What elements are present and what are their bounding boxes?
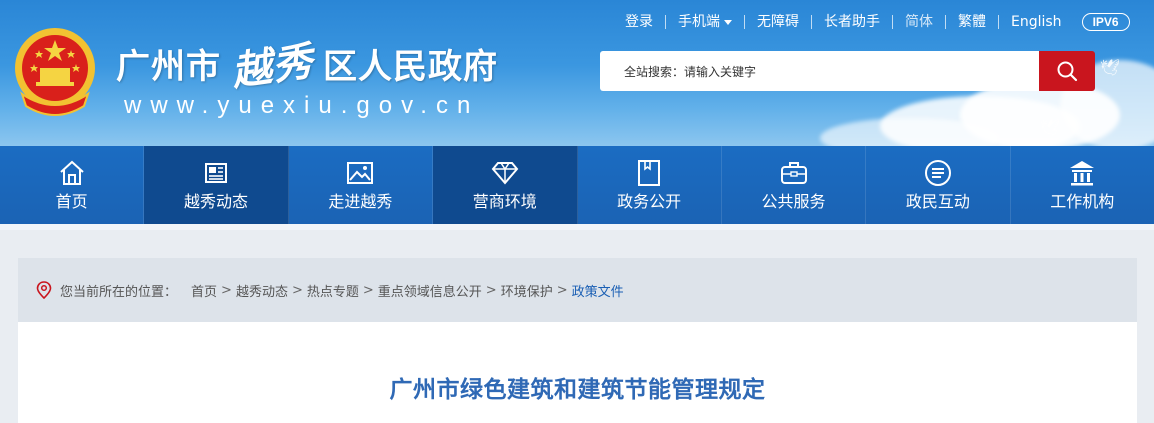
search-input[interactable]: 全站搜索：请输入关键字 <box>600 51 1039 91</box>
nav-item-label: 走进越秀 <box>328 192 393 211</box>
elderly-assistant-link[interactable]: 长者助手 <box>812 14 892 30</box>
mobile-link-label: 手机端 <box>678 14 720 30</box>
national-emblem-icon[interactable] <box>12 24 98 122</box>
breadcrumb-separator: > <box>362 282 374 298</box>
dove-icon: 🕊 <box>1100 58 1121 77</box>
simplified-chinese-link[interactable]: 简体 <box>893 14 945 30</box>
institution-icon <box>1070 161 1095 186</box>
article-panel: 广州市绿色建筑和建筑节能管理规定 <box>18 322 1137 423</box>
newspaper-icon <box>205 163 228 183</box>
nav-underline-strip <box>0 224 1154 230</box>
breadcrumb-separator: > <box>291 282 303 298</box>
nav-item-interaction[interactable]: 政民互动 <box>866 146 1011 224</box>
nav-item-label: 政务公开 <box>617 192 682 211</box>
breadcrumb-separator: > <box>221 282 232 298</box>
site-title-calligraphy: 越秀 <box>228 37 317 96</box>
nav-item-label: 公共服务 <box>761 192 826 211</box>
ipv6-badge: IPV6 <box>1081 13 1130 31</box>
nav-item-label: 工作机构 <box>1050 192 1115 211</box>
utility-nav: 登录 手机端 无障碍 长者助手 简体 繁體 English IPV6 <box>613 10 1130 34</box>
dove-icon: 🕊 <box>1040 118 1061 137</box>
search-icon <box>1057 61 1078 82</box>
nav-item-label: 营商环境 <box>472 192 537 211</box>
breadcrumb-environment[interactable]: 环境保护 <box>501 281 553 300</box>
site-title[interactable]: 广州市 越秀 区人民政府 <box>116 37 498 95</box>
breadcrumb-separator: > <box>485 282 497 298</box>
nav-item-business[interactable]: 营商环境 <box>433 146 578 230</box>
nav-item-services[interactable]: 公共服务 <box>722 146 867 224</box>
nav-item-label: 政民互动 <box>905 192 970 211</box>
nav-item-agencies[interactable]: 工作机构 <box>1011 146 1154 224</box>
picture-icon <box>347 162 374 184</box>
nav-item-about[interactable]: 走进越秀 <box>289 146 434 224</box>
nav-item-home[interactable]: 首页 <box>0 146 145 224</box>
breadcrumb-separator: > <box>556 282 568 298</box>
mobile-link[interactable]: 手机端 <box>666 14 744 30</box>
diamond-icon <box>491 162 519 185</box>
nav-item-label: 越秀动态 <box>184 192 249 211</box>
site-title-suffix: 区人民政府 <box>323 46 498 87</box>
traditional-chinese-link[interactable]: 繁體 <box>946 14 998 30</box>
breadcrumb-hot-topics[interactable]: 热点专题 <box>307 281 359 300</box>
location-pin-icon <box>36 281 52 299</box>
search-button[interactable] <box>1039 51 1095 91</box>
breadcrumb: 您当前所在的位置： 首页 > 越秀动态 > 热点专题 > 重点领域信息公开 > … <box>18 258 1137 322</box>
site-title-prefix: 广州市 <box>116 46 221 87</box>
accessibility-link[interactable]: 无障碍 <box>745 14 811 30</box>
breadcrumb-lead: 您当前所在的位置： <box>60 284 178 300</box>
chevron-down-icon <box>724 19 732 25</box>
breadcrumb-home[interactable]: 首页 <box>191 281 217 300</box>
document-icon <box>638 160 661 186</box>
main-nav: 首页 越秀动态 走进越秀 营商环境 政务公开 公共服务 政民互动 工作机构 <box>0 146 1154 230</box>
english-link[interactable]: English <box>999 14 1074 30</box>
nav-item-label: 首页 <box>55 192 88 211</box>
breadcrumb-key-areas[interactable]: 重点领域信息公开 <box>378 281 482 300</box>
login-link[interactable]: 登录 <box>613 14 665 30</box>
site-header: 🕊 🕊 广州市 越秀 区人民政府 www.yuexiu.gov.cn 登录 手机… <box>0 0 1154 146</box>
site-search: 全站搜索：请输入关键字 <box>600 51 1095 91</box>
nav-item-news[interactable]: 越秀动态 <box>144 146 289 230</box>
chat-icon <box>924 160 951 186</box>
nav-item-gov-info[interactable]: 政务公开 <box>578 146 722 224</box>
toolbox-icon <box>780 162 807 184</box>
site-domain: www.yuexiu.gov.cn <box>124 92 480 119</box>
breadcrumb-policy-docs[interactable]: 政策文件 <box>572 281 624 300</box>
breadcrumb-news[interactable]: 越秀动态 <box>236 281 288 300</box>
home-icon <box>60 160 84 185</box>
article-title: 广州市绿色建筑和建筑节能管理规定 <box>389 377 766 403</box>
